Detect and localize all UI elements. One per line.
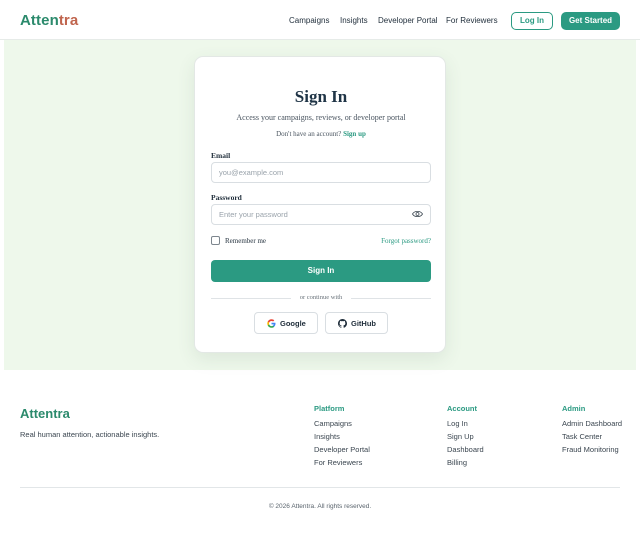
signin-subtitle: Access your campaigns, reviews, or devel… (236, 113, 406, 122)
github-icon (338, 319, 347, 328)
email-field[interactable] (211, 162, 431, 183)
forgot-password-link[interactable]: Forgot password? (365, 237, 431, 245)
footer-heading-account: Account (447, 404, 477, 413)
google-signin-button[interactable]: Google (254, 312, 318, 334)
nav-developer-portal[interactable]: Developer Portal (378, 16, 438, 25)
no-account-text: Don't have an account? (276, 130, 342, 138)
signin-title: Sign In (294, 87, 348, 106)
brand-logo[interactable]: Attentra (20, 12, 78, 29)
footer-logo[interactable]: Attentra (20, 406, 70, 421)
footer-link-fraud-monitoring[interactable]: Fraud Monitoring (562, 445, 619, 454)
footer-link-for-reviewers[interactable]: For Reviewers (314, 458, 362, 467)
copyright-text: © 2026 Attentra. All rights reserved. (268, 503, 372, 510)
brand-logo-part2: tra (58, 12, 79, 29)
nav-campaigns[interactable]: Campaigns (289, 16, 329, 25)
footer-heading-admin: Admin (562, 404, 586, 413)
github-signin-button[interactable]: GitHub (325, 312, 388, 334)
footer-link-dashboard[interactable]: Dashboard (447, 445, 484, 454)
remember-checkbox[interactable] (211, 236, 220, 245)
password-field[interactable] (211, 204, 431, 225)
footer-link-sign-up[interactable]: Sign Up (447, 432, 474, 441)
remember-label: Remember me (225, 237, 267, 245)
signin-button[interactable]: Sign In (211, 260, 431, 282)
footer-tagline: Real human attention, actionable insight… (20, 430, 160, 439)
brand-logo-part1: Atten (20, 12, 59, 29)
divider-text: or continue with (299, 294, 343, 301)
nav-for-reviewers[interactable]: For Reviewers (446, 16, 498, 25)
github-label: GitHub (351, 319, 376, 328)
footer-heading-platform: Platform (314, 404, 345, 413)
footer-divider (20, 487, 620, 488)
footer-link-insights[interactable]: Insights (314, 432, 340, 441)
divider-left (211, 298, 291, 299)
google-icon (267, 319, 276, 328)
top-navbar: Attentra Campaigns Insights Developer Po… (0, 0, 640, 40)
footer-link-developer-portal[interactable]: Developer Portal (314, 445, 370, 454)
header-login-button[interactable]: Log In (511, 12, 553, 30)
eye-icon[interactable] (412, 210, 423, 218)
footer-link-campaigns[interactable]: Campaigns (314, 419, 352, 428)
footer-link-task-center[interactable]: Task Center (562, 432, 602, 441)
footer-link-log-in[interactable]: Log In (447, 419, 468, 428)
signin-card: Sign In Access your campaigns, reviews, … (194, 56, 446, 353)
google-label: Google (280, 319, 306, 328)
footer-link-billing[interactable]: Billing (447, 458, 467, 467)
footer-link-admin-dashboard[interactable]: Admin Dashboard (562, 419, 622, 428)
nav-insights[interactable]: Insights (340, 16, 368, 25)
get-started-button[interactable]: Get Started (561, 12, 620, 30)
divider-right (351, 298, 431, 299)
signup-prompt: Don't have an account? Sign up (195, 130, 447, 138)
signup-link[interactable]: Sign up (343, 130, 366, 138)
password-label: Password (211, 193, 242, 202)
email-label: Email (211, 151, 231, 160)
